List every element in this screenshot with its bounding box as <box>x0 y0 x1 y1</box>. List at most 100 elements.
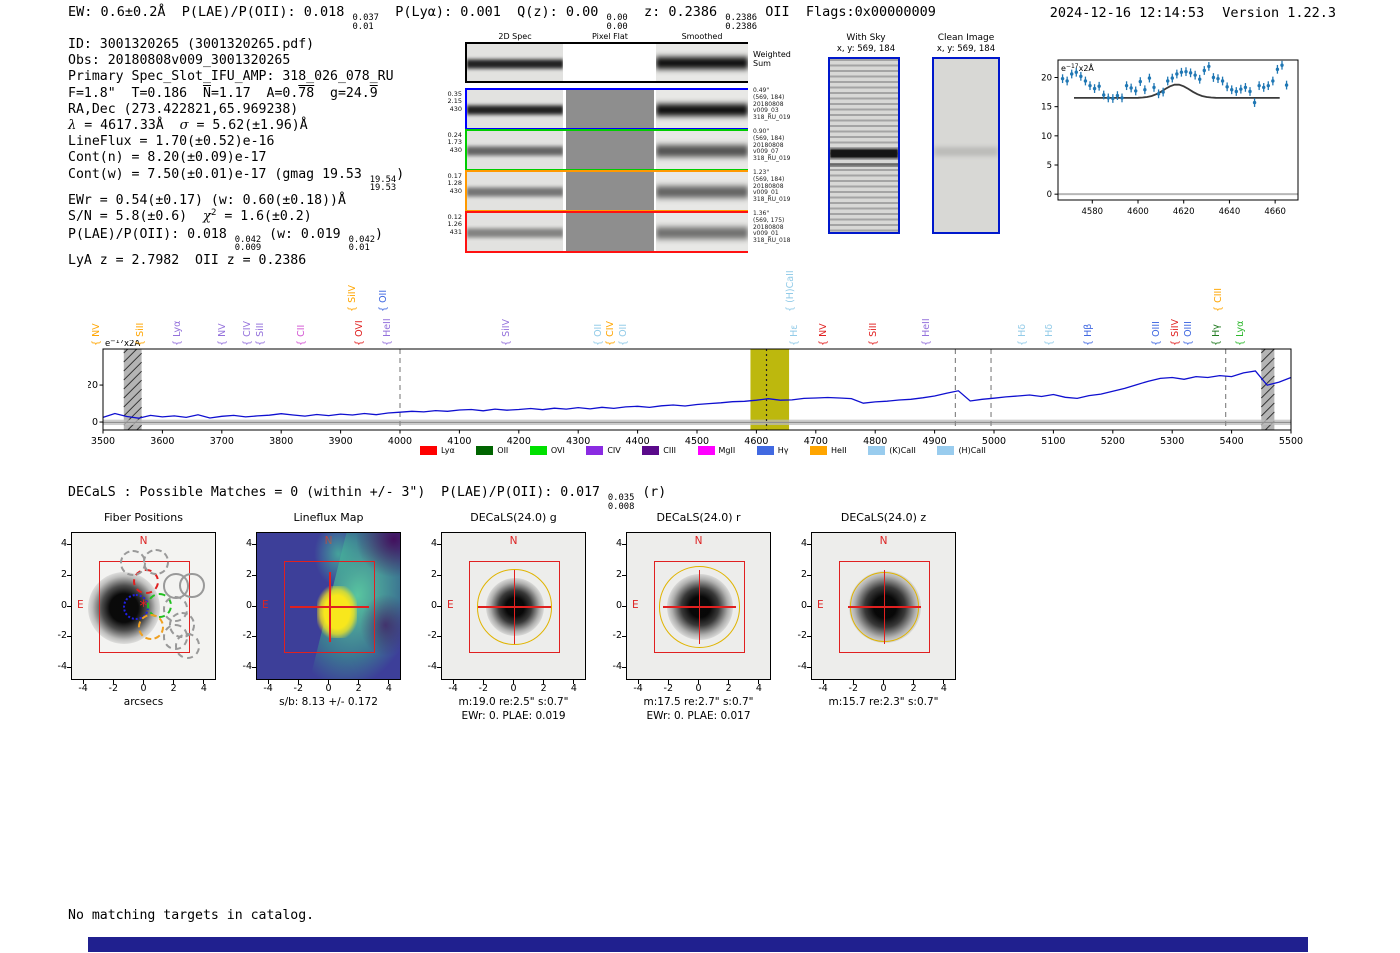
data-point <box>1243 85 1248 90</box>
y-tick-label: 0 <box>92 417 98 428</box>
y-tick-label: 2 <box>800 568 807 580</box>
cutout-right-labels: 0.49" (569, 184) 20180808 v009_03 318_RU_019 <box>753 87 803 122</box>
note-line: No matching targets in catalog. <box>68 908 315 923</box>
x-tick-label: -2 <box>478 683 489 694</box>
info-line: LineFlux = 1.70(±0.52)e-16 <box>68 134 404 150</box>
x-tick-mark <box>698 680 699 684</box>
cutout-left-labels: 0.35 2.15 430 <box>441 90 462 113</box>
pixel-flat-image <box>566 172 654 210</box>
spec2d-trace-band <box>467 56 563 71</box>
col-header-pixelflat: Pixel Flat <box>592 32 628 41</box>
y-tick-mark <box>807 543 811 545</box>
x-tick-label: 2 <box>725 683 732 694</box>
x-tick-mark <box>543 680 545 684</box>
y-tick-label: 2 <box>430 568 437 580</box>
legend-label: OVI <box>550 446 565 455</box>
text-segment: S/N = 5.8(±0.6) <box>68 209 203 225</box>
text-segment: (r) <box>634 485 667 500</box>
y-tick-label: 0 <box>800 599 807 611</box>
text-segment: F=1.8" T=0.186 <box>68 85 203 101</box>
data-point <box>1129 86 1133 90</box>
legend-item: (H)CaII <box>937 446 986 455</box>
legend-item: Hγ <box>756 446 789 455</box>
line-label-civ: { CIV <box>605 321 617 346</box>
x-tick-label: 4600 <box>1127 207 1149 217</box>
y-tick-mark <box>67 574 71 576</box>
sup-sub-stack: 0.035 0.008 <box>608 494 634 512</box>
x-tick-label: -2 <box>293 683 304 694</box>
line-label-oii: { OII <box>617 323 629 346</box>
data-point <box>1134 89 1138 93</box>
crosshair-horizontal <box>663 606 736 608</box>
data-point <box>1211 75 1216 80</box>
line-label-(h)caii: { (H)CaII <box>785 270 797 312</box>
report-timestamp: 2024-12-16 12:14:53 <box>1049 5 1205 21</box>
x-tick-mark <box>297 680 299 684</box>
legend-swatch <box>810 446 828 455</box>
compass-east: E <box>262 599 269 611</box>
legend-swatch <box>756 446 774 455</box>
y-tick-label: 15 <box>1041 103 1052 113</box>
panel-title: Lineflux Map <box>293 511 364 524</box>
x-tick-label: 3800 <box>269 436 293 447</box>
data-point <box>1184 69 1188 74</box>
x-tick-mark <box>482 680 484 684</box>
data-point <box>1230 88 1234 92</box>
x-tick-mark <box>822 680 824 684</box>
x-tick-label: 0 <box>325 683 332 694</box>
crosshair-horizontal <box>478 606 551 608</box>
y-tick-label: 0 <box>245 599 252 611</box>
x-tick-label: 4640 <box>1219 207 1241 217</box>
y-tick-mark <box>252 636 256 638</box>
cutout-left-labels: 0.24 1.73 430 <box>441 131 462 154</box>
x-tick-mark <box>943 680 945 684</box>
text-segment: Primary Spec_Slot_IFU_AMP: 318_026_078_R… <box>68 69 394 85</box>
line-label-hε: { Hε <box>788 324 800 346</box>
line-label-oiii: { OIII <box>1150 321 1162 346</box>
info-line: EWr = 0.54(±0.17) (w: 0.60(±0.18))Å <box>68 193 404 209</box>
text-segment: ) <box>396 166 405 182</box>
text-segment: = 4617.33Å <box>76 118 180 134</box>
sub-value: 0.01 <box>352 21 374 32</box>
fiber-circle <box>174 633 201 660</box>
data-point <box>1248 89 1252 94</box>
right-label-line: 318_RU_019 <box>753 155 791 163</box>
spec2d-image <box>467 213 563 251</box>
smoothed-trace-band <box>656 100 748 119</box>
info-line: λ = 4617.33Å σ = 5.62(±1.96)Å <box>68 118 404 134</box>
right-label-line: 318_RU_018 <box>753 237 791 245</box>
y-tick-label: 20 <box>1041 74 1052 84</box>
timestamp-version: 2024-12-16 12:14:53 Version 1.22.3 <box>1050 5 1336 21</box>
info-line: Cont(w) = 7.50(±0.01)e-17 (gmag 19.53 19… <box>68 167 404 194</box>
y-tick-mark <box>437 574 441 576</box>
legend-label: Hγ <box>777 446 789 455</box>
y-tick-mark <box>67 543 71 545</box>
panel-caption: m:19.0 re:2.5" s:0.7" <box>458 696 569 708</box>
legend-swatch <box>937 446 955 455</box>
y-tick-label: -4 <box>612 661 622 673</box>
sub-value: 0.009 <box>234 243 262 254</box>
x-tick-label: -4 <box>448 683 458 694</box>
y-tick-mark <box>252 605 256 607</box>
left-label-line: 430 <box>449 186 462 195</box>
x-tick-mark <box>143 680 144 684</box>
info-line: LyA z = 2.7982 OII z = 0.2386 <box>68 253 404 269</box>
sup-sub-stack: 19.54 19.53 <box>370 175 396 194</box>
spec2d-image <box>467 172 563 210</box>
y-tick-mark <box>67 605 71 607</box>
legend-item: Lyα <box>420 446 455 455</box>
decals-g-image: NE <box>441 532 586 680</box>
panel-caption2: EWr: 0. PLAE: 0.019 <box>461 710 566 722</box>
x-tick-mark <box>452 680 454 684</box>
x-tick-mark <box>667 680 669 684</box>
legend-label: CIV <box>607 446 621 455</box>
x-tick-label: -2 <box>848 683 859 694</box>
fiber-circle <box>179 572 205 599</box>
y-tick-mark <box>437 636 441 638</box>
line-label-siiv: { SiIV <box>1170 318 1182 346</box>
x-tick-label: 4 <box>755 683 762 694</box>
y-tick-mark <box>252 543 256 545</box>
cutout-left-labels: 0.12 1.26 431 <box>441 213 462 236</box>
line-label-civ: { CIV <box>242 321 254 346</box>
y-tick-mark <box>67 667 71 669</box>
